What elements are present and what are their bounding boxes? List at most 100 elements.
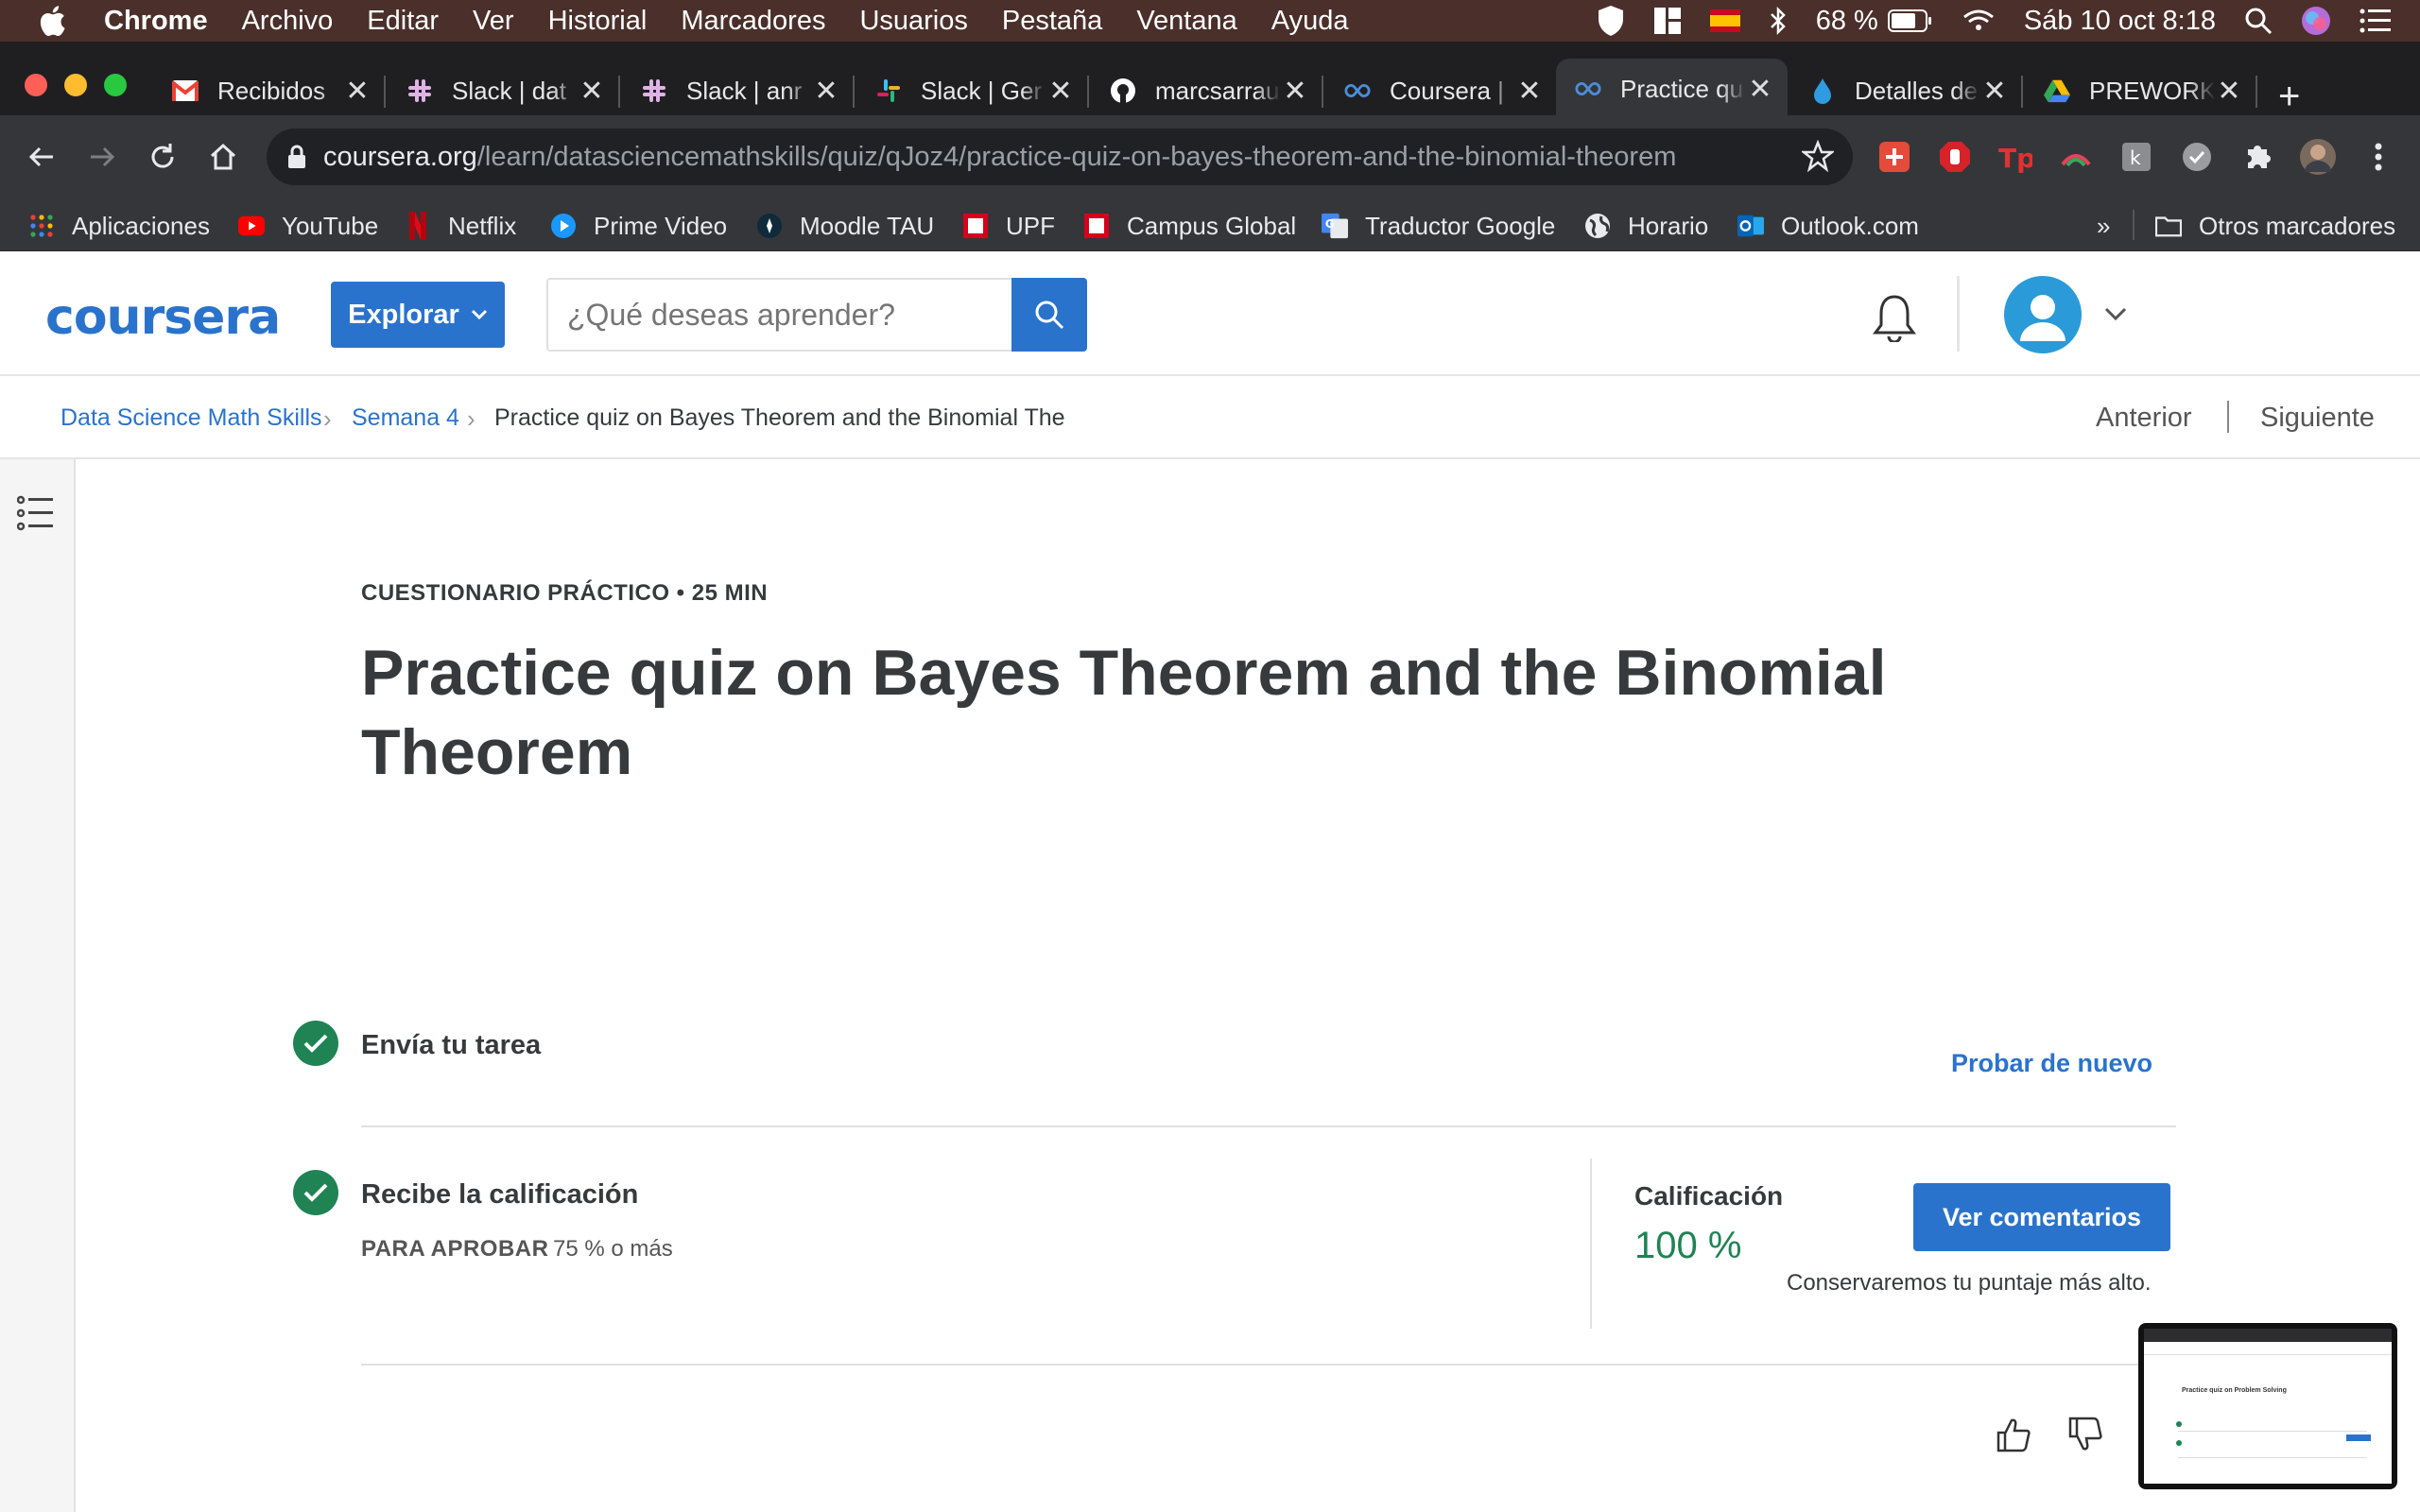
menu-editar[interactable]: Editar (367, 6, 439, 37)
close-tab-icon[interactable]: ✕ (1515, 75, 1544, 108)
close-tab-icon[interactable]: ✕ (812, 75, 840, 108)
menu-ventana[interactable]: Ventana (1136, 6, 1236, 37)
tab-slack-1[interactable]: Slack | dat ✕ (388, 62, 620, 119)
close-tab-icon[interactable]: ✕ (2215, 75, 2243, 108)
extension-tp-icon[interactable]: Tp (1995, 136, 2036, 178)
bookmark-youtube[interactable]: YouTube (238, 208, 378, 244)
page-title: Practice quiz on Bayes Theorem and the B… (361, 637, 1887, 788)
battery-icon[interactable] (1887, 9, 1933, 32)
extension-check-icon[interactable] (2176, 136, 2218, 178)
spotlight-search-icon[interactable] (2244, 7, 2273, 35)
search-input[interactable]: ¿Qué deseas aprender? (546, 278, 1011, 352)
previous-item-link[interactable]: Anterior (2096, 403, 2192, 434)
siri-icon[interactable] (2301, 6, 2331, 36)
tab-practice-quiz[interactable]: Practice qu ✕ (1556, 59, 1788, 119)
bookmark-horario[interactable]: Horario (1584, 208, 1708, 244)
forward-icon[interactable] (81, 136, 123, 178)
menu-historial[interactable]: Historial (548, 6, 648, 37)
extension-adblock-icon[interactable] (1934, 136, 1976, 178)
address-bar[interactable]: coursera.org/learn/datasciencemathskills… (267, 129, 1853, 185)
menu-chrome[interactable]: Chrome (104, 6, 208, 37)
close-tab-icon[interactable]: ✕ (343, 75, 372, 108)
bookmarks-overflow-button[interactable]: » (2097, 208, 2110, 244)
retry-quiz-link[interactable]: Probar de nuevo (1951, 1049, 2152, 1078)
menu-ayuda[interactable]: Ayuda (1271, 6, 1349, 37)
next-item-link[interactable]: Siguiente (2260, 403, 2375, 434)
menu-usuarios[interactable]: Usuarios (859, 6, 967, 37)
submit-step-title: Envía tu tarea (361, 1030, 542, 1060)
explore-button[interactable]: Explorar (331, 282, 505, 348)
bookmark-campus-global[interactable]: Campus Global (1083, 208, 1296, 244)
bookmark-star-icon[interactable] (1800, 139, 1836, 180)
tab-prework[interactable]: PREWORK ✕ (2025, 62, 2257, 119)
minimize-window-button[interactable] (64, 74, 87, 96)
bookmark-netflix[interactable]: Netflix (405, 208, 516, 244)
layout-grid-icon[interactable] (1653, 7, 1682, 35)
thumbs-down-icon[interactable] (2066, 1416, 2104, 1458)
breadcrumb-course-link[interactable]: Data Science Math Skills (60, 404, 322, 432)
menu-marcadores[interactable]: Marcadores (681, 6, 825, 37)
chevron-down-icon[interactable] (2104, 306, 2127, 326)
home-icon[interactable] (202, 136, 244, 178)
profile-avatar-icon[interactable] (2297, 136, 2339, 178)
extension-plus-icon[interactable] (1874, 136, 1915, 178)
extensions-puzzle-icon[interactable] (2237, 136, 2278, 178)
menu-ver[interactable]: Ver (473, 6, 514, 37)
menu-pestana[interactable]: Pestaña (1002, 6, 1102, 37)
bluetooth-icon[interactable] (1769, 6, 1788, 36)
bookmark-prime-video[interactable]: Prime Video (550, 208, 727, 244)
tab-title: marcsarrau (1155, 76, 1280, 105)
close-tab-icon[interactable]: ✕ (1046, 75, 1075, 108)
tab-title: PREWORK (2089, 76, 2215, 105)
close-tab-icon[interactable]: ✕ (1980, 75, 2009, 108)
section-divider (361, 1125, 2176, 1127)
table-of-contents-icon[interactable] (16, 495, 55, 536)
apple-icon[interactable] (38, 5, 66, 37)
new-tab-icon[interactable]: + (2278, 76, 2300, 118)
browser-toolbar: coursera.org/learn/datasciencemathskills… (0, 115, 2420, 198)
user-avatar[interactable] (2004, 276, 2082, 353)
screenshot-thumbnail-preview[interactable]: Practice quiz on Problem Solving (2138, 1323, 2397, 1489)
thumbs-up-icon[interactable] (1995, 1416, 2032, 1458)
view-feedback-button[interactable]: Ver comentarios (1913, 1183, 2170, 1251)
tab-detalles[interactable]: Detalles de ✕ (1790, 62, 2023, 119)
tab-github[interactable]: marcsarrau ✕ (1091, 62, 1323, 119)
bookmark-otros-marcadores[interactable]: Otros marcadores (2155, 208, 2395, 244)
search-button[interactable] (1011, 278, 1087, 352)
close-window-button[interactable] (25, 74, 47, 96)
slack-icon (641, 77, 667, 104)
tab-coursera[interactable]: Coursera | ✕ (1325, 62, 1557, 119)
spain-flag-icon[interactable] (1709, 9, 1740, 32)
chrome-menu-icon[interactable] (2358, 136, 2399, 178)
tab-title: Detalles de (1855, 76, 1979, 105)
bookmark-upf[interactable]: UPF (962, 208, 1055, 244)
breadcrumb-week-link[interactable]: Semana 4 (352, 404, 459, 432)
grade-label: Calificación (1634, 1181, 1784, 1211)
wifi-icon[interactable] (1962, 8, 1996, 34)
zoom-window-button[interactable] (104, 74, 127, 96)
coursera-logo[interactable]: coursera (45, 289, 281, 346)
grade-divider (1590, 1159, 1592, 1329)
close-tab-icon[interactable]: ✕ (578, 75, 606, 108)
tab-slack-3[interactable]: Slack | Ger ✕ (856, 62, 1089, 119)
close-tab-icon[interactable]: ✕ (1746, 73, 1774, 106)
extension-k-icon[interactable]: k (2116, 136, 2157, 178)
bookmark-moodle-tau[interactable]: Moodle TAU (756, 208, 934, 244)
menu-archivo[interactable]: Archivo (242, 6, 334, 37)
lock-icon[interactable] (287, 145, 306, 169)
tab-recibidos[interactable]: Recibidos ✕ (153, 62, 386, 119)
grade-step-title: Recibe la calificación (361, 1179, 639, 1210)
menubar-datetime[interactable]: Sáb 10 oct 8:18 (2024, 6, 2216, 37)
shield-icon[interactable] (1597, 5, 1625, 37)
tab-slack-2[interactable]: Slack | anr ✕ (622, 62, 855, 119)
back-icon[interactable] (21, 136, 62, 178)
extension-rainbow-icon[interactable] (2055, 136, 2097, 178)
drop-icon (1809, 77, 1836, 104)
bookmark-aplicaciones[interactable]: Aplicaciones (28, 208, 210, 244)
bookmark-traductor-google[interactable]: G Traductor Google (1322, 208, 1555, 244)
close-tab-icon[interactable]: ✕ (1281, 75, 1309, 108)
bookmark-outlook[interactable]: Outlook.com (1737, 208, 1919, 244)
reload-icon[interactable] (142, 136, 183, 178)
notifications-bell-icon[interactable] (1872, 293, 1917, 347)
notification-center-icon[interactable] (2360, 8, 2392, 34)
